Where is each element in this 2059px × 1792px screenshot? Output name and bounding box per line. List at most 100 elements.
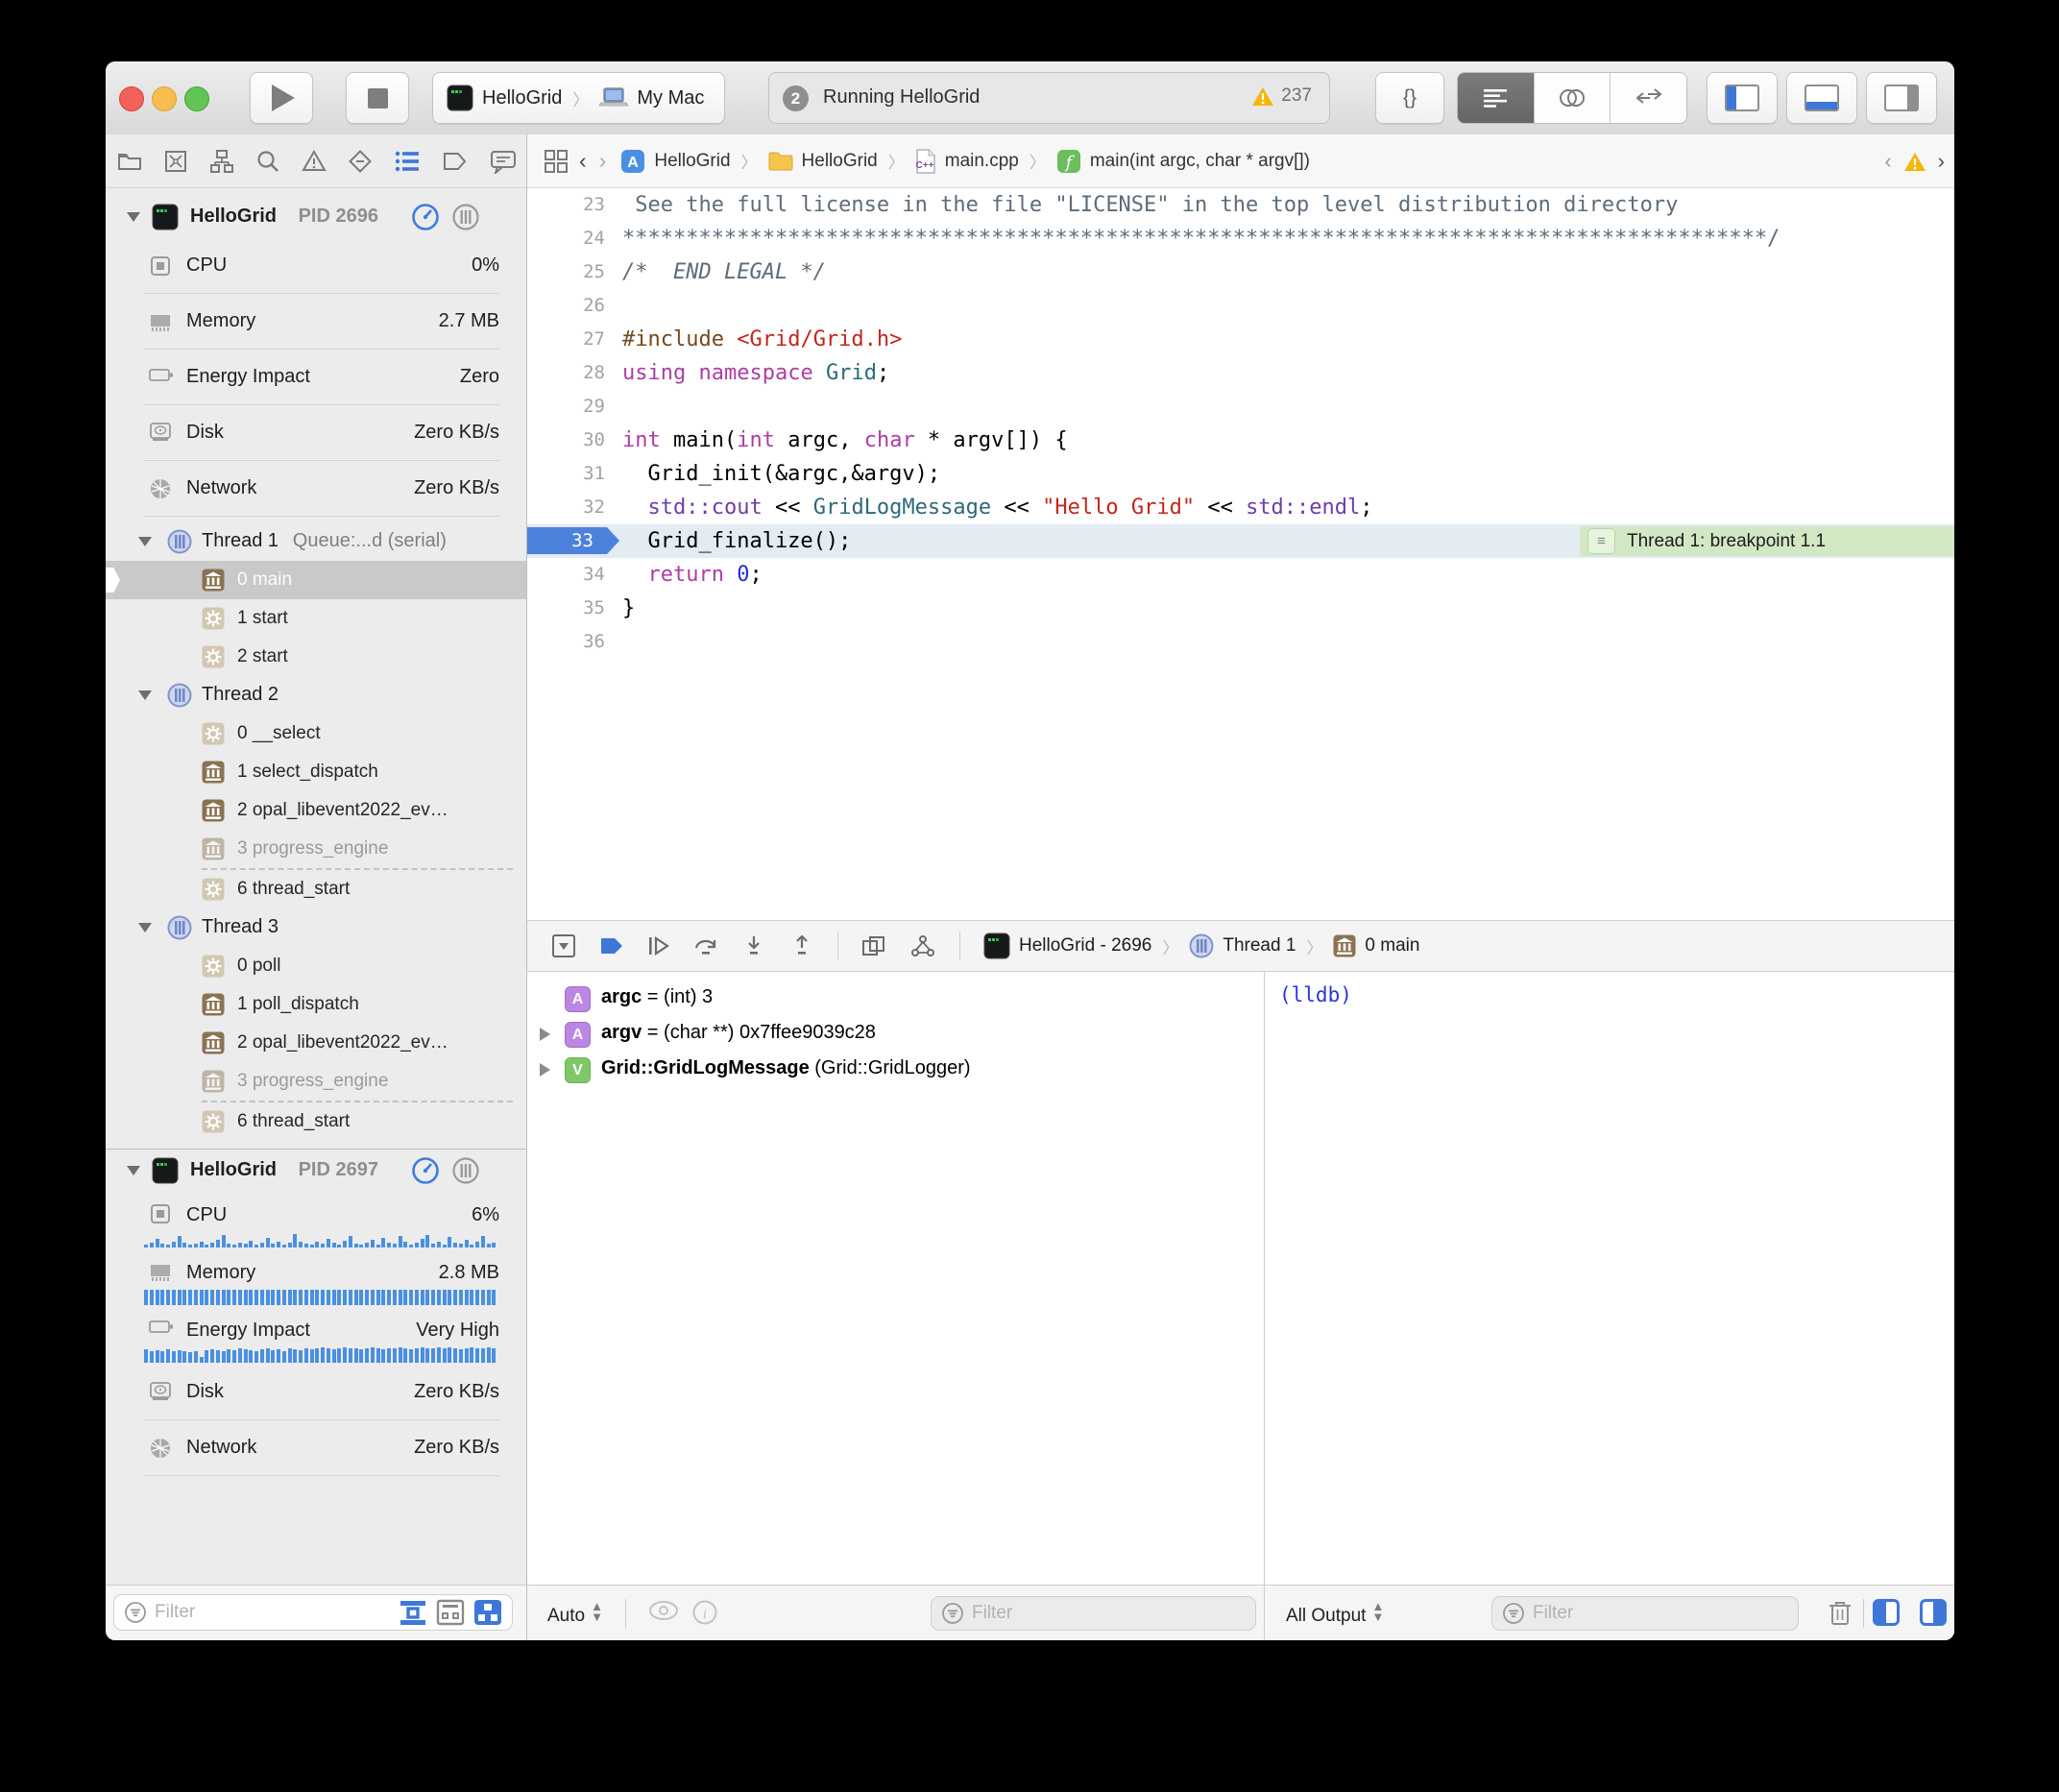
variables-filter-field[interactable]: Filter xyxy=(931,1596,1256,1631)
variables-view[interactable]: Aargc = (int) 3Aargv = (char **) 0x7ffee… xyxy=(526,972,1264,1585)
navigator-tab-issues-icon[interactable] xyxy=(302,149,327,174)
metric-row-memory[interactable]: Memory2.8 MB xyxy=(106,1249,526,1307)
metric-row-cpu[interactable]: CPU0% xyxy=(106,238,526,294)
stack-frame-row[interactable]: 3 progress_engine xyxy=(106,1062,526,1101)
line-number[interactable]: 31 xyxy=(526,457,605,491)
metric-row-network[interactable]: NetworkZero KB/s xyxy=(106,461,526,517)
code-line-24[interactable]: 24**************************************… xyxy=(526,222,1954,255)
toggle-inspectors-button[interactable] xyxy=(1866,72,1937,124)
memory-graph-button[interactable] xyxy=(909,934,936,957)
zoom-window-button[interactable] xyxy=(184,86,209,111)
debug-breadcrumb[interactable]: HelloGrid - 2696 〉 Thread 1 〉 0 main xyxy=(983,932,1419,959)
sidebar-divider[interactable] xyxy=(526,134,527,1640)
stop-button[interactable] xyxy=(346,72,409,124)
disclosure-triangle[interactable] xyxy=(138,537,152,546)
run-button[interactable] xyxy=(250,72,313,124)
code-line-34[interactable]: 34 return 0; xyxy=(526,558,1954,592)
next-issue-button[interactable]: › xyxy=(1938,149,1945,174)
jumpbar-item[interactable]: HelloGrid xyxy=(654,151,730,172)
jumpbar-item[interactable]: main(int argc, char * argv[]) xyxy=(1090,151,1310,172)
code-line-33[interactable]: 33 Grid_finalize(); xyxy=(526,524,1954,558)
metric-row-network[interactable]: NetworkZero KB/s xyxy=(106,1420,526,1476)
code-line-26[interactable]: 26 xyxy=(526,289,1954,323)
breadcrumb-frame[interactable]: 0 main xyxy=(1365,935,1419,957)
breakpoint-badge[interactable]: 33 xyxy=(526,527,607,554)
variables-scope-dropdown[interactable]: Auto▲▼ xyxy=(547,1601,603,1627)
breadcrumb-process[interactable]: HelloGrid - 2696 xyxy=(1019,935,1151,957)
thread-row[interactable]: Thread 2 xyxy=(106,676,526,714)
code-line-27[interactable]: 27#include <Grid/Grid.h> xyxy=(526,323,1954,356)
line-number[interactable]: 25 xyxy=(526,255,605,289)
close-window-button[interactable] xyxy=(119,86,144,111)
stack-frame-row[interactable]: 1 select_dispatch xyxy=(106,753,526,791)
line-number[interactable]: 34 xyxy=(526,558,605,592)
info-icon[interactable]: i xyxy=(691,1599,718,1626)
variables-console-divider[interactable] xyxy=(1264,972,1265,1640)
step-into-button[interactable] xyxy=(741,935,766,957)
variable-row[interactable]: VGrid::GridLogMessage (Grid::GridLogger) xyxy=(526,1053,1264,1088)
view-mode-tree-icon[interactable] xyxy=(436,1599,465,1626)
navigator-tab-breakpoints-icon[interactable] xyxy=(442,150,469,173)
clear-console-button[interactable] xyxy=(1828,1598,1853,1627)
line-number[interactable]: 28 xyxy=(526,356,605,390)
disclosure-triangle[interactable] xyxy=(540,1028,550,1041)
code-line-35[interactable]: 35} xyxy=(526,592,1954,625)
source-editor[interactable]: 23 See the full license in the file "LIC… xyxy=(526,188,1954,920)
line-number[interactable]: 26 xyxy=(526,289,605,323)
process-row[interactable]: HelloGridPID 2697 xyxy=(106,1150,526,1192)
prev-issue-button[interactable]: ‹ xyxy=(1884,149,1891,174)
navigator-tab-source-control-icon[interactable] xyxy=(163,149,188,174)
code-line-30[interactable]: 30int main(int argc, char * argv[]) { xyxy=(526,424,1954,457)
code-line-25[interactable]: 25/* END LEGAL */ xyxy=(526,255,1954,289)
code-line-32[interactable]: 32 std::cout << GridLogMessage << "Hello… xyxy=(526,491,1954,524)
warning-count[interactable]: 237 xyxy=(1281,85,1312,107)
stack-frame-row[interactable]: 3 progress_engine xyxy=(106,830,526,868)
disclosure-triangle[interactable] xyxy=(540,1063,550,1077)
navigator-tab-symbols-icon[interactable] xyxy=(209,149,234,174)
console-filter-field[interactable]: Filter xyxy=(1491,1596,1799,1631)
stack-frame-row[interactable]: 2 opal_libevent2022_ev… xyxy=(106,791,526,830)
view-hierarchy-button[interactable] xyxy=(861,934,886,957)
stack-frame-row[interactable]: 0 poll xyxy=(106,947,526,985)
continue-button[interactable] xyxy=(647,935,670,957)
line-number[interactable]: 35 xyxy=(526,592,605,625)
line-number[interactable]: 24 xyxy=(526,222,605,255)
jump-bar[interactable]: ‹ › AHelloGrid〉HelloGrid〉C++main.cpp〉fma… xyxy=(526,134,1954,188)
step-over-button[interactable] xyxy=(693,935,718,957)
disclosure-triangle[interactable] xyxy=(127,1166,140,1175)
assistant-editor-button[interactable] xyxy=(1535,73,1611,123)
metric-row-disk[interactable]: DiskZero KB/s xyxy=(106,405,526,461)
disclosure-triangle[interactable] xyxy=(127,212,140,222)
related-items-icon[interactable] xyxy=(544,149,569,174)
variable-row[interactable]: Aargv = (char **) 0x7ffee9039c28 xyxy=(526,1017,1264,1053)
jumpbar-item[interactable]: main.cpp xyxy=(945,151,1019,172)
line-number[interactable]: 36 xyxy=(526,625,605,659)
code-line-31[interactable]: 31 Grid_init(&argc,&argv); xyxy=(526,457,1954,491)
variable-row[interactable]: Aargc = (int) 3 xyxy=(526,981,1264,1017)
scheme-selector[interactable]: HelloGrid 〉 My Mac xyxy=(432,72,725,124)
stack-frame-row[interactable]: 6 thread_start xyxy=(106,1102,526,1141)
stack-frame-row[interactable]: 1 poll_dispatch xyxy=(106,985,526,1024)
view-mode-process-icon[interactable] xyxy=(473,1599,502,1626)
standard-editor-button[interactable] xyxy=(1458,73,1535,123)
metric-row-cpu[interactable]: CPU6% xyxy=(106,1192,526,1249)
stack-frame-row[interactable]: 6 thread_start xyxy=(106,870,526,908)
jumpbar-item[interactable]: HelloGrid xyxy=(802,151,878,172)
toggle-console-view-button[interactable] xyxy=(1920,1599,1947,1626)
stack-frame-row[interactable]: 1 start xyxy=(106,599,526,638)
forward-button[interactable]: › xyxy=(599,148,607,174)
line-number[interactable]: 27 xyxy=(526,323,605,356)
breakpoints-toggle-button[interactable] xyxy=(599,936,624,956)
navigator-tab-tests-icon[interactable] xyxy=(348,149,373,174)
quicklook-icon[interactable] xyxy=(647,1599,680,1622)
disclosure-triangle[interactable] xyxy=(138,690,152,700)
line-number[interactable]: 29 xyxy=(526,390,605,424)
toggle-variables-view-button[interactable] xyxy=(1873,1599,1900,1626)
code-structure-button[interactable]: {} xyxy=(1375,72,1444,124)
disclosure-triangle[interactable] xyxy=(138,923,152,932)
breadcrumb-thread[interactable]: Thread 1 xyxy=(1223,935,1296,957)
metric-row-energy-impact[interactable]: Energy ImpactZero xyxy=(106,350,526,405)
version-editor-button[interactable] xyxy=(1611,73,1686,123)
line-number[interactable]: 30 xyxy=(526,424,605,457)
code-line-23[interactable]: 23 See the full license in the file "LIC… xyxy=(526,188,1954,222)
